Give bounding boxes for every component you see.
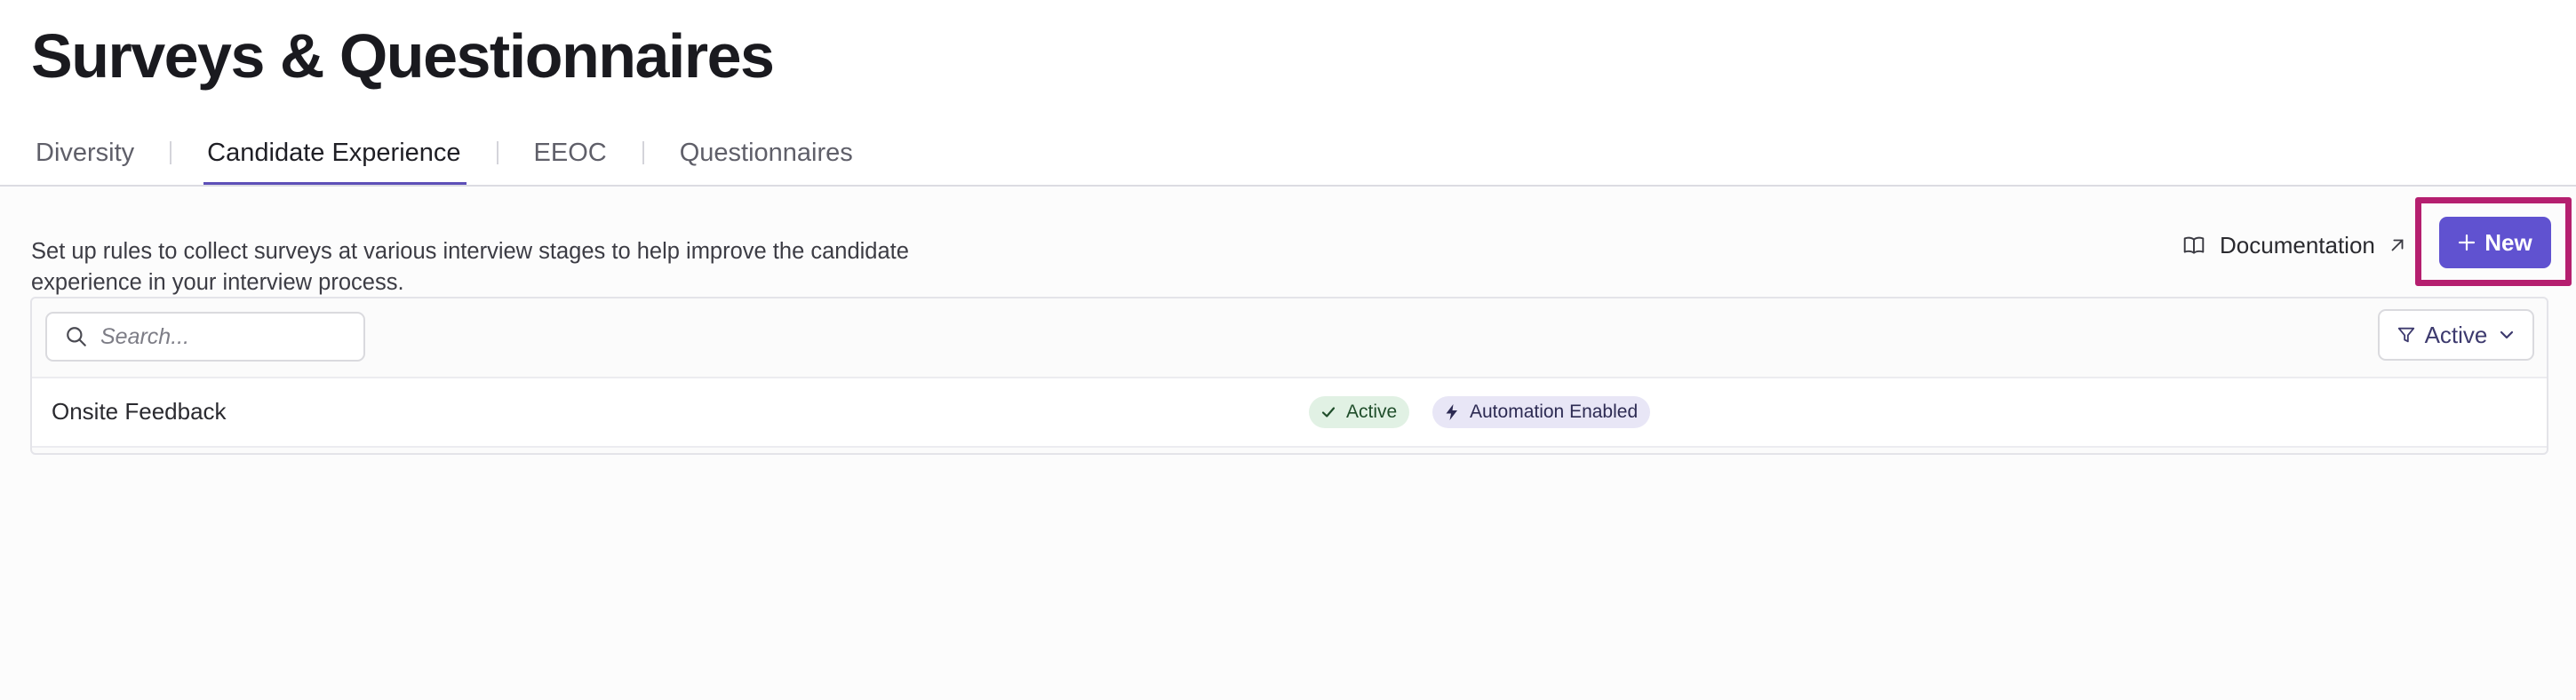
tab-candidate-experience[interactable]: Candidate Experience xyxy=(203,131,467,185)
tab-divider xyxy=(170,141,172,164)
table-toolbar: Active xyxy=(32,298,2547,378)
documentation-link[interactable]: Documentation xyxy=(2182,229,2407,261)
page-header: Surveys & Questionnaires Diversity Candi… xyxy=(0,0,2576,187)
survey-name[interactable]: Onsite Feedback xyxy=(52,378,227,444)
new-button[interactable]: New xyxy=(2439,217,2551,268)
automation-badge: Automation Enabled xyxy=(1432,396,1651,428)
search-icon xyxy=(65,325,88,348)
status-badge-label: Active xyxy=(1346,402,1398,422)
search-input[interactable] xyxy=(100,323,340,350)
tab-divider xyxy=(496,141,498,164)
page-description: Set up rules to collect surveys at vario… xyxy=(31,238,909,295)
tab-eeoc[interactable]: EEOC xyxy=(532,131,609,174)
lightning-bolt-icon xyxy=(1443,403,1461,421)
funnel-icon xyxy=(2397,325,2416,345)
table-row[interactable]: Onsite Feedback Active Automation Enable… xyxy=(32,378,2547,448)
tab-diversity[interactable]: Diversity xyxy=(34,131,136,174)
page-title: Surveys & Questionnaires xyxy=(31,21,775,91)
arrow-up-right-icon xyxy=(2388,235,2407,255)
surveys-table: Active Onsite Feedback Active xyxy=(30,297,2548,455)
chevron-down-icon xyxy=(2498,326,2516,344)
tab-bar: Diversity Candidate Experience EEOC Ques… xyxy=(34,131,855,185)
book-open-icon xyxy=(2182,234,2205,257)
tab-questionnaires[interactable]: Questionnaires xyxy=(678,131,855,174)
checkmark-icon xyxy=(1320,403,1337,421)
search-field[interactable] xyxy=(45,312,365,362)
status-badge: Active xyxy=(1309,396,1410,428)
automation-badge-label: Automation Enabled xyxy=(1470,402,1639,422)
plus-icon xyxy=(2458,234,2476,251)
new-button-label: New xyxy=(2484,228,2532,256)
filter-label: Active xyxy=(2424,321,2488,348)
tab-divider xyxy=(642,141,644,164)
documentation-label: Documentation xyxy=(2220,231,2375,259)
status-filter-dropdown[interactable]: Active xyxy=(2378,309,2534,361)
